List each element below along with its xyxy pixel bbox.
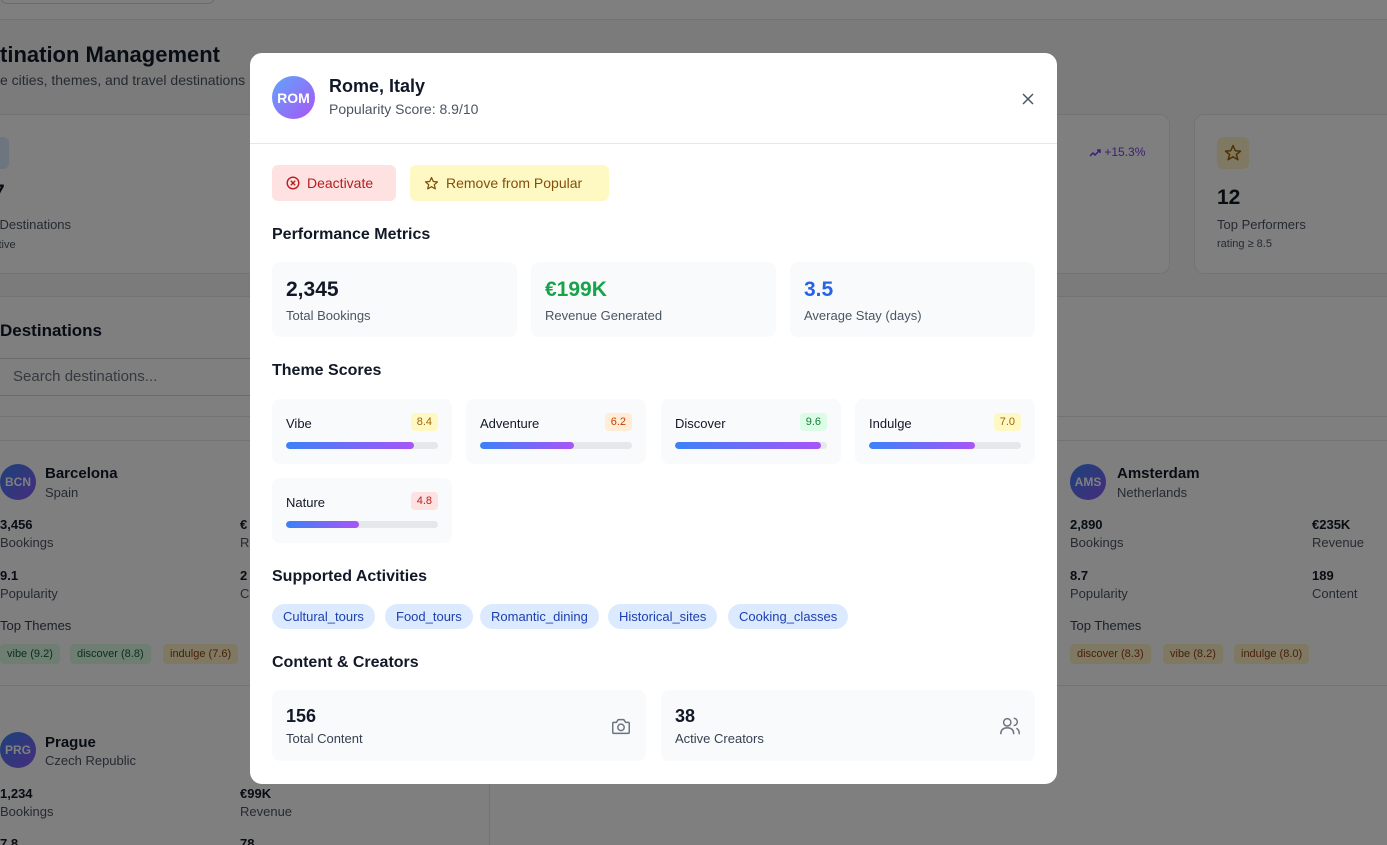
score-bar-fill — [480, 442, 575, 449]
score-bar — [286, 442, 438, 449]
metric-label: Average Stay (days) — [804, 308, 922, 323]
total-content-label: Total Content — [286, 731, 363, 746]
remove-popular-label: Remove from Popular — [446, 175, 583, 191]
metric-label: Revenue Generated — [545, 308, 663, 323]
theme-score-discover: Discover 9.6 — [661, 399, 841, 464]
theme-name: Discover — [675, 416, 726, 431]
score-bar — [869, 442, 1021, 449]
theme-name: Indulge — [869, 416, 912, 431]
camera-icon — [612, 718, 630, 735]
close-icon — [1022, 93, 1034, 105]
score-bar-fill — [675, 442, 821, 449]
active-creators-label: Active Creators — [675, 731, 764, 746]
destination-detail-modal: ROM Rome, Italy Popularity Score: 8.9/10… — [250, 53, 1057, 784]
metric-total-bookings: 2,345 Total Bookings — [272, 262, 517, 337]
score-badge: 6.2 — [604, 413, 632, 431]
theme-name: Adventure — [480, 416, 540, 431]
theme-score-nature: Nature 4.8 — [272, 478, 452, 543]
activity-tag[interactable]: Historical_sites — [608, 604, 718, 629]
popularity-score: Popularity Score: 8.9/10 — [329, 101, 479, 117]
star-icon — [424, 176, 439, 190]
activity-tag[interactable]: Food_tours — [385, 604, 473, 629]
theme-name: Vibe — [286, 416, 312, 431]
active-creators-card: 38 Active Creators — [661, 690, 1035, 761]
total-content-card: 156 Total Content — [272, 690, 646, 761]
deactivate-label: Deactivate — [307, 175, 374, 191]
metric-average-stay: 3.5 Average Stay (days) — [790, 262, 1035, 337]
metric-value: 3.5 — [804, 278, 834, 301]
score-bar — [675, 442, 827, 449]
score-bar-fill — [869, 442, 976, 449]
x-circle-icon — [286, 176, 300, 190]
theme-score-vibe: Vibe 8.4 — [272, 399, 452, 464]
performance-metrics-title: Performance Metrics — [272, 226, 431, 243]
score-badge: 9.6 — [799, 413, 827, 431]
score-badge: 8.4 — [410, 413, 438, 431]
content-creators-title: Content & Creators — [272, 654, 419, 671]
metric-revenue: €199K Revenue Generated — [531, 262, 776, 337]
total-content-value: 156 — [286, 706, 317, 726]
active-creators-value: 38 — [675, 706, 696, 726]
users-icon — [1000, 717, 1020, 735]
modal-header: ROM Rome, Italy Popularity Score: 8.9/10 — [250, 53, 1057, 144]
deactivate-button[interactable]: Deactivate — [272, 165, 396, 201]
theme-name: Nature — [286, 495, 326, 510]
remove-from-popular-button[interactable]: Remove from Popular — [410, 165, 609, 201]
close-button[interactable] — [1018, 89, 1038, 109]
metric-label: Total Bookings — [286, 308, 371, 323]
theme-score-adventure: Adventure 6.2 — [466, 399, 646, 464]
score-bar-fill — [286, 442, 414, 449]
score-bar — [286, 521, 438, 528]
activity-tag[interactable]: Romantic_dining — [480, 604, 599, 629]
avatar: ROM — [272, 76, 315, 119]
modal-title: Rome, Italy — [329, 76, 426, 96]
activity-tag[interactable]: Cooking_classes — [728, 604, 849, 629]
score-bar — [480, 442, 632, 449]
score-badge: 7.0 — [993, 413, 1021, 431]
metric-value: 2,345 — [286, 278, 339, 301]
theme-score-indulge: Indulge 7.0 — [855, 399, 1035, 464]
activity-tag[interactable]: Cultural_tours — [272, 604, 375, 629]
theme-scores-title: Theme Scores — [272, 362, 382, 379]
score-badge: 4.8 — [410, 492, 438, 510]
supported-activities-title: Supported Activities — [272, 568, 427, 585]
metric-value: €199K — [545, 278, 607, 301]
score-bar-fill — [286, 521, 359, 528]
